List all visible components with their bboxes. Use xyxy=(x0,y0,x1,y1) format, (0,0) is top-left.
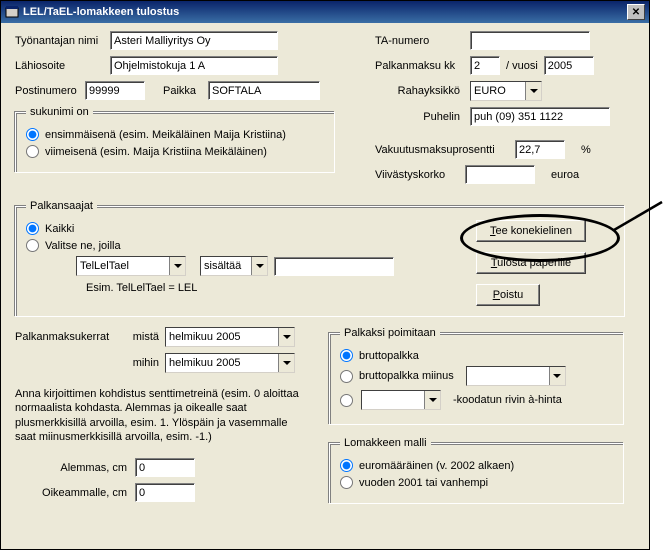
chevron-down-icon xyxy=(169,257,185,275)
select-mista-value: helmikuu 2005 xyxy=(166,330,278,344)
select-field-value: TelLelTael xyxy=(77,259,169,273)
label-vuosi: / vuosi xyxy=(506,60,538,72)
select-mista[interactable]: helmikuu 2005 xyxy=(165,327,295,347)
legend-palkaksi: Palkaksi poimitaan xyxy=(340,327,440,339)
select-ahinta[interactable] xyxy=(361,390,441,410)
label-palkanmaksu-kk: Palkanmaksu kk xyxy=(375,60,470,72)
label-rahayksikko: Rahayksikkö xyxy=(375,85,470,97)
input-kk[interactable] xyxy=(470,56,500,75)
radio-brutto-miinus-label: bruttopalkka miinus xyxy=(359,370,454,382)
label-mista: mistä xyxy=(125,331,165,343)
label-viivastyskorko: Viivästyskorko xyxy=(375,169,465,181)
select-rahayksikko[interactable]: EURO xyxy=(470,81,542,101)
legend-sukunimi: sukunimi on xyxy=(26,106,93,118)
radio-sukunimi-last[interactable] xyxy=(26,145,39,158)
radio-vuoden2001[interactable] xyxy=(340,476,353,489)
radio-valitse[interactable] xyxy=(26,239,39,252)
label-lahiosoite: Lähiosoite xyxy=(15,60,110,72)
label-puhelin: Puhelin xyxy=(375,111,470,123)
input-oikeammalle[interactable] xyxy=(135,483,195,502)
window-title: LEL/TaEL-lomakkeen tulostus xyxy=(23,6,179,18)
input-cond-value[interactable] xyxy=(274,257,394,276)
annotation-arrow xyxy=(608,200,664,236)
legend-palkansaajat: Palkansaajat xyxy=(26,200,97,212)
input-tyonantaja[interactable] xyxy=(110,31,278,50)
chevron-down-icon xyxy=(278,354,294,372)
radio-brutto-miinus[interactable] xyxy=(340,370,353,383)
input-puhelin[interactable] xyxy=(470,107,610,126)
tee-konekielinen-button[interactable]: Tee konekielinen xyxy=(476,220,586,242)
label-mihin: mihin xyxy=(125,357,165,369)
label-postinumero: Postinumero xyxy=(15,85,85,97)
legend-malli: Lomakkeen malli xyxy=(340,437,431,449)
radio-vuoden2001-label: vuoden 2001 tai vanhempi xyxy=(359,477,488,489)
app-icon xyxy=(5,5,19,19)
select-rahayksikko-value: EURO xyxy=(471,84,525,98)
close-button[interactable]: ✕ xyxy=(627,4,645,20)
help-kohdistus: Anna kirjoittimen kohdistus senttimetrei… xyxy=(15,387,305,444)
radio-kaikki-label: Kaikki xyxy=(45,223,74,235)
titlebar: LEL/TaEL-lomakkeen tulostus ✕ xyxy=(1,1,649,23)
select-ahinta-value xyxy=(362,399,424,401)
input-ta-numero[interactable] xyxy=(470,31,590,50)
select-cond-value: sisältää xyxy=(201,259,251,273)
input-lahiosoite[interactable] xyxy=(110,56,278,75)
label-ta-numero: TA-numero xyxy=(375,35,470,47)
radio-valitse-label: Valitse ne, joilla xyxy=(45,240,121,252)
label-euroa: euroa xyxy=(551,169,579,181)
tulosta-paperille-button[interactable]: Tulosta paperille xyxy=(476,252,586,274)
label-paikka: Paikka xyxy=(163,85,208,97)
radio-sukunimi-last-label: viimeisenä (esim. Maija Kristiina Meikäl… xyxy=(45,146,267,158)
select-field[interactable]: TelLelTael xyxy=(76,256,186,276)
radio-bruttopalkka-label: bruttopalkka xyxy=(359,350,419,362)
select-cond[interactable]: sisältää xyxy=(200,256,268,276)
radio-sukunimi-first-label: ensimmäisenä (esim. Meikäläinen Maija Kr… xyxy=(45,129,286,141)
label-alemmas: Alemmas, cm xyxy=(15,462,135,474)
radio-ahinta[interactable] xyxy=(340,394,353,407)
radio-ahinta-label: -koodatun rivin à-hinta xyxy=(453,394,562,406)
input-postinumero[interactable] xyxy=(85,81,145,100)
radio-euromaarainen-label: euromääräinen (v. 2002 alkaen) xyxy=(359,460,514,472)
label-pct: % xyxy=(581,144,591,156)
label-palkanmaksukerrat: Palkanmaksukerrat xyxy=(15,331,125,343)
select-brutto-miinus-value xyxy=(467,375,549,377)
select-brutto-miinus[interactable] xyxy=(466,366,566,386)
input-vuosi[interactable] xyxy=(544,56,594,75)
input-alemmas[interactable] xyxy=(135,458,195,477)
label-tyonantaja: Työnantajan nimi xyxy=(15,35,110,47)
select-mihin[interactable]: helmikuu 2005 xyxy=(165,353,295,373)
input-vakuutusmaksu[interactable] xyxy=(515,140,565,159)
radio-kaikki[interactable] xyxy=(26,222,39,235)
label-oikeammalle: Oikeammalle, cm xyxy=(15,487,135,499)
radio-euromaarainen[interactable] xyxy=(340,459,353,472)
window: LEL/TaEL-lomakkeen tulostus ✕ Työnantaja… xyxy=(0,0,650,550)
radio-bruttopalkka[interactable] xyxy=(340,349,353,362)
poistu-button[interactable]: Poistu xyxy=(476,284,540,306)
chevron-down-icon xyxy=(525,82,541,100)
input-paikka[interactable] xyxy=(208,81,320,100)
hint-telleltael: Esim. TelLelTael = LEL xyxy=(86,282,476,294)
radio-sukunimi-first[interactable] xyxy=(26,128,39,141)
input-viivastyskorko[interactable] xyxy=(465,165,535,184)
select-mihin-value: helmikuu 2005 xyxy=(166,356,278,370)
chevron-down-icon xyxy=(424,391,440,409)
label-vakuutusmaksu: Vakuutusmaksuprosentti xyxy=(375,144,515,156)
chevron-down-icon xyxy=(251,257,267,275)
chevron-down-icon xyxy=(278,328,294,346)
chevron-down-icon xyxy=(549,367,565,385)
